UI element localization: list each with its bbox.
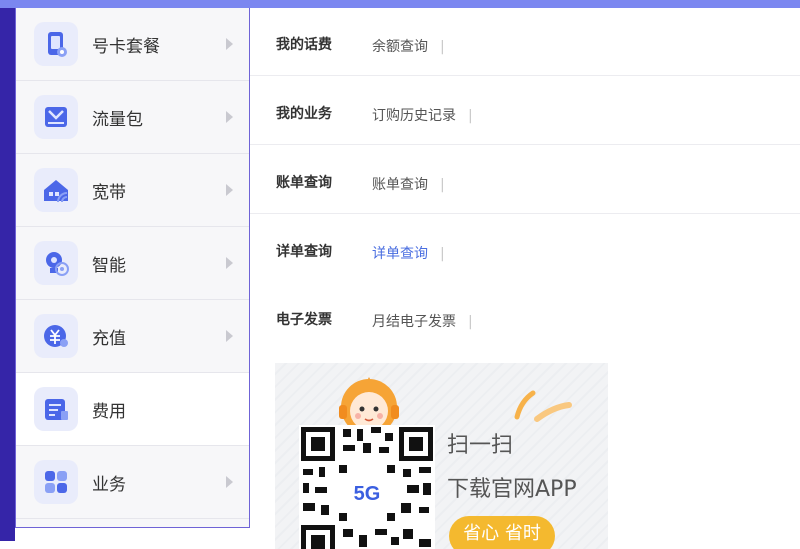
recharge-icon bbox=[34, 314, 78, 358]
sidebar-item-label: 流量包 bbox=[92, 109, 143, 130]
separator: | bbox=[440, 246, 445, 262]
fee-row-detail: 详单查询 详单查询 | bbox=[250, 215, 800, 283]
link-text: 订购历史记录 bbox=[372, 108, 456, 124]
left-edge-bar bbox=[0, 8, 15, 541]
sidebar-item-smart[interactable]: 智能 bbox=[16, 227, 249, 300]
sidebar-item-broadband[interactable]: 宽带 bbox=[16, 154, 249, 227]
promo-badge: 省心 省时 bbox=[449, 516, 555, 549]
apps-grid-icon bbox=[34, 460, 78, 504]
sidebar-item-label: 业务 bbox=[92, 474, 126, 495]
top-accent-bar bbox=[0, 0, 800, 8]
link-text: 账单查询 bbox=[372, 177, 428, 193]
detail-query-link[interactable]: 详单查询 | bbox=[372, 243, 445, 263]
qr-code[interactable]: 5G bbox=[299, 425, 435, 549]
promo-subtitle: 下载官网APP bbox=[447, 477, 577, 502]
broadband-icon bbox=[34, 168, 78, 212]
separator: | bbox=[440, 39, 445, 55]
data-package-icon bbox=[34, 95, 78, 139]
chevron-right-icon bbox=[226, 476, 233, 488]
sidebar-item-bill[interactable]: 费用 bbox=[16, 373, 249, 446]
separator: | bbox=[440, 177, 445, 193]
fee-row-bill: 账单查询 账单查询 | bbox=[250, 146, 800, 214]
row-title: 电子发票 bbox=[276, 312, 332, 328]
fee-row-invoice: 电子发票 月结电子发票 | bbox=[250, 283, 800, 351]
sidebar-item-label: 号卡套餐 bbox=[92, 36, 160, 57]
link-text: 详单查询 bbox=[372, 246, 428, 262]
bill-query-link[interactable]: 账单查询 | bbox=[372, 174, 445, 194]
sim-card-icon bbox=[34, 22, 78, 66]
row-title: 账单查询 bbox=[276, 175, 332, 191]
chevron-right-icon bbox=[226, 38, 233, 50]
balance-query-link[interactable]: 余额查询 | bbox=[372, 36, 445, 56]
category-sidebar: 号卡套餐 流量包 宽带 智能 充值 费用 业务 bbox=[15, 8, 250, 528]
divider bbox=[250, 213, 800, 214]
sidebar-item-label: 宽带 bbox=[92, 182, 126, 203]
sidebar-item-label: 智能 bbox=[92, 255, 126, 276]
separator: | bbox=[468, 108, 473, 124]
monthly-invoice-link[interactable]: 月结电子发票 | bbox=[372, 311, 473, 331]
bill-icon bbox=[34, 387, 78, 431]
sidebar-item-services[interactable]: 业务 bbox=[16, 446, 249, 519]
fee-row-services: 我的业务 订购历史记录 | bbox=[250, 77, 800, 145]
chevron-right-icon bbox=[226, 257, 233, 269]
row-title: 我的业务 bbox=[276, 106, 332, 122]
sidebar-item-label: 费用 bbox=[92, 401, 126, 422]
smart-device-icon bbox=[34, 241, 78, 285]
qr-logo-text: 5G bbox=[354, 483, 381, 505]
chevron-right-icon bbox=[226, 111, 233, 123]
chevron-right-icon bbox=[226, 184, 233, 196]
divider bbox=[250, 75, 800, 76]
sidebar-item-recharge[interactable]: 充值 bbox=[16, 300, 249, 373]
fee-content-panel: 我的话费 余额查询 | 我的业务 订购历史记录 | 账单查询 账单查询 | 详单查询 … bbox=[250, 8, 800, 549]
decor-stroke-icon bbox=[514, 390, 572, 422]
chevron-right-icon bbox=[226, 330, 233, 342]
separator: | bbox=[468, 314, 473, 330]
row-title: 详单查询 bbox=[276, 244, 332, 260]
order-history-link[interactable]: 订购历史记录 | bbox=[372, 105, 473, 125]
sidebar-item-label: 充值 bbox=[92, 328, 126, 349]
fee-row-balance: 我的话费 余额查询 | bbox=[250, 8, 800, 76]
link-text: 月结电子发票 bbox=[372, 314, 456, 330]
sidebar-item-data-package[interactable]: 流量包 bbox=[16, 81, 249, 154]
app-download-banner[interactable]: 5G 扫一扫 下载官网APP 省心 省时 bbox=[275, 363, 608, 549]
row-title: 我的话费 bbox=[276, 37, 332, 53]
link-text: 余额查询 bbox=[372, 39, 428, 55]
promo-title: 扫一扫 bbox=[447, 433, 514, 458]
divider bbox=[250, 144, 800, 145]
sidebar-item-sim-card[interactable]: 号卡套餐 bbox=[16, 8, 249, 81]
